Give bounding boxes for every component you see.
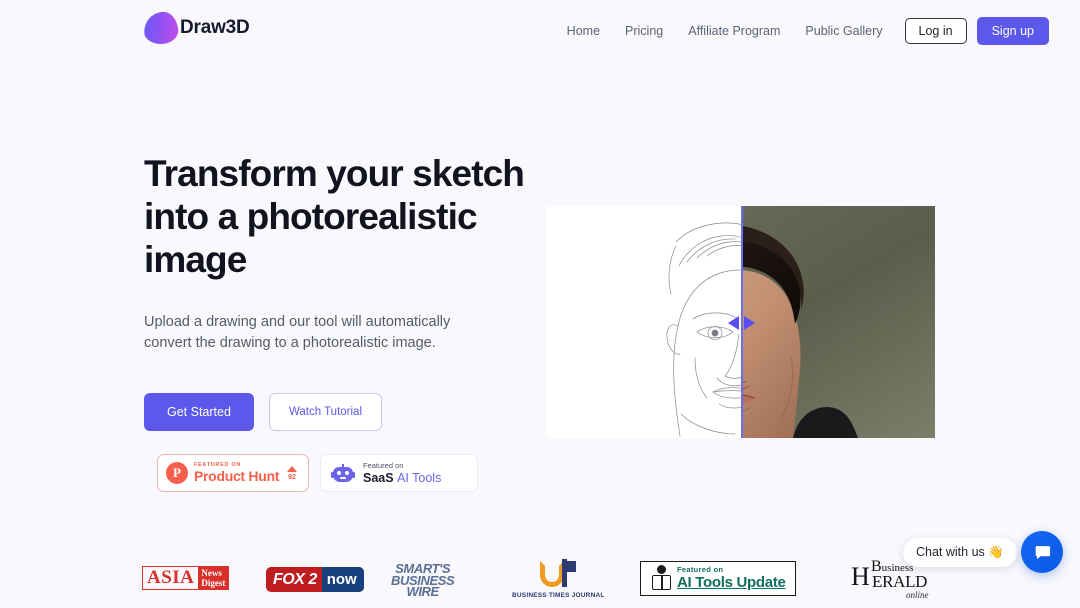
press-logo-ai-tools-update: Featured on AI Tools Update [640,561,796,596]
product-hunt-badge[interactable]: P FEATURED ON Product Hunt 92 [157,454,309,492]
nav-link-pricing[interactable]: Pricing [625,19,663,43]
robot-icon [331,463,355,483]
press-logo-fox2now: FOX 2 now [266,567,364,592]
upvote-count: 92 [288,473,296,481]
before-after-comparison-slider[interactable] [547,206,935,438]
main-navigation: Home Pricing Affiliate Program Public Ga… [567,17,1080,45]
herald-online-label: online [906,590,929,600]
featured-badges: P FEATURED ON Product Hunt 92 Featured o… [157,454,478,492]
slider-left-arrow-icon[interactable] [728,316,739,330]
nav-link-affiliate-program[interactable]: Affiliate Program [688,19,780,43]
person-box-icon [650,565,672,591]
page-title: Transform your sketch into a photorealis… [144,153,525,280]
bt-monogram-icon [536,559,580,589]
comparison-divider [741,206,743,438]
nav-link-public-gallery[interactable]: Public Gallery [805,19,882,43]
hero-subtitle: Upload a drawing and our tool will autom… [144,314,451,351]
business-times-journal-label: BUSINESS TIMES JOURNAL [512,592,605,599]
photo-after-image [741,206,935,438]
hero-cta-group: Get Started Watch Tutorial [144,393,524,431]
watch-tutorial-button[interactable]: Watch Tutorial [268,393,383,431]
ai-tools-featured-label: Featured on [677,565,724,574]
herald-erald-label: ERALD [872,572,928,591]
chat-bubble-icon [1035,545,1050,559]
slider-right-arrow-icon[interactable] [744,316,755,330]
brand-logo[interactable]: Draw3D [142,10,250,46]
signup-button[interactable]: Sign up [976,17,1049,45]
fox2-label: FOX 2 [273,570,317,588]
news-digest-label: News Digest [198,567,229,589]
landing-page: Draw3D Home Pricing Affiliate Program Pu… [0,0,1080,608]
product-hunt-upvotes[interactable]: 92 [287,465,300,481]
saas-label: SaaS [363,471,394,485]
saas-featured-label: Featured on [363,461,404,470]
chat-with-us-pill[interactable]: Chat with us 👋 [903,538,1017,567]
saas-ai-tools-name: SaaS AI Tools [363,471,441,486]
product-hunt-name: Product Hunt [194,468,280,484]
product-hunt-icon: P [166,462,188,484]
saas-ai-tools-badge[interactable]: Featured on SaaS AI Tools [320,454,478,492]
now-label: now [321,567,364,592]
ai-tools-label: AI Tools [397,471,442,485]
press-logo-smarts-business-wire: SMART'S BUSINESS WIRE [391,562,455,599]
brand-name: Draw3D [180,17,250,38]
draw3d-blob-logo-icon [142,10,180,46]
login-button[interactable]: Log in [904,18,967,44]
ai-tools-update-label: AI Tools Update [677,574,786,591]
asia-label: ASIA [147,567,195,588]
site-header: Draw3D Home Pricing Affiliate Program Pu… [0,0,1080,58]
chat-launcher-button[interactable] [1021,531,1063,573]
press-logo-asia-news-digest: ASIA News Digest [142,566,230,590]
hero-text-block: Transform your sketch into a photorealis… [144,152,525,431]
saas-ai-tools-text: Featured on SaaS AI Tools [363,460,441,486]
nav-link-home[interactable]: Home [567,19,600,43]
press-logo-business-times-journal: BUSINESS TIMES JOURNAL [512,559,605,599]
smart-line-3: WIRE [406,584,439,599]
herald-h-letter: H [851,562,870,591]
upvote-triangle-icon [287,465,297,472]
get-started-button[interactable]: Get Started [144,393,254,431]
product-hunt-text: FEATURED ON Product Hunt [194,462,287,484]
